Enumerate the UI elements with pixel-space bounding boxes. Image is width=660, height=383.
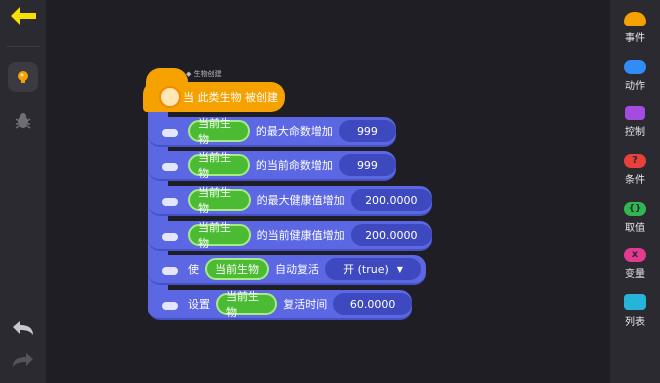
events-icon: [624, 12, 646, 26]
block-text: 复活时间: [283, 298, 328, 311]
category-lists[interactable]: 列表: [610, 294, 660, 328]
value-field[interactable]: 60.0000: [333, 293, 412, 315]
increase-max-lives-block[interactable]: 当前生物 的最大命数增加 999: [148, 117, 396, 147]
hat-caption: ◆ 生物创建: [186, 70, 222, 78]
block-toggle-icon[interactable]: [162, 302, 178, 310]
bug-icon[interactable]: [10, 108, 36, 134]
increase-current-lives-block[interactable]: 当前生物 的当前命数增加 999: [148, 151, 396, 181]
category-actions[interactable]: 动作: [610, 60, 660, 92]
block-toggle-icon[interactable]: [162, 233, 178, 241]
variable-x-icon: x: [624, 248, 646, 262]
chevron-down-icon: ▼: [396, 264, 403, 274]
block-prefix: 使: [188, 263, 199, 276]
category-label: 列表: [625, 317, 645, 328]
block-toggle-icon[interactable]: [162, 163, 178, 171]
list-icon: [624, 294, 646, 310]
block-text: 的最大健康值增加: [256, 194, 345, 207]
creature-icon: [159, 86, 181, 108]
block-text: 的最大命数增加: [255, 125, 333, 138]
category-events[interactable]: 事件: [610, 12, 660, 44]
redo-icon[interactable]: [11, 352, 35, 372]
category-label: 控制: [625, 127, 645, 138]
category-label: 条件: [625, 175, 645, 186]
undo-icon[interactable]: [11, 320, 35, 340]
value-field[interactable]: 999: [338, 120, 396, 142]
revive-time-block[interactable]: 设置 当前生物 复活时间 60.0000: [148, 290, 412, 320]
actions-icon: [624, 60, 646, 74]
category-label: 事件: [625, 33, 645, 44]
auto-revive-block[interactable]: 使 当前生物 自动复活 开 (true) ▼: [148, 255, 426, 285]
increase-max-health-block[interactable]: 当前生物 的最大健康值增加 200.0000: [148, 186, 432, 216]
value-field[interactable]: 200.0000: [350, 224, 432, 246]
left-toolbar: [0, 0, 46, 383]
category-values[interactable]: {} 取值: [610, 202, 660, 234]
target-pill[interactable]: 当前生物: [188, 186, 251, 215]
target-pill[interactable]: 当前生物: [188, 221, 251, 250]
category-conditions[interactable]: ? 条件: [610, 154, 660, 186]
target-pill[interactable]: 当前生物: [205, 258, 269, 280]
hat-title: 当 此类生物 被创建: [183, 91, 278, 104]
category-label: 变量: [625, 269, 645, 280]
back-arrow-icon[interactable]: [8, 4, 40, 28]
question-icon: ?: [624, 154, 646, 168]
category-control[interactable]: 控制: [610, 106, 660, 138]
target-pill[interactable]: 当前生物: [188, 151, 250, 180]
block-text: 自动复活: [275, 263, 319, 276]
block-text: 的当前命数增加: [255, 159, 333, 172]
category-label: 动作: [625, 81, 645, 92]
category-panel: 事件 动作 控制 ? 条件 {} 取值 x 变量 列表: [610, 0, 660, 383]
category-label: 取值: [625, 223, 645, 234]
target-pill[interactable]: 当前生物: [216, 290, 278, 319]
dropdown-value: 开 (true): [343, 263, 389, 276]
block-toggle-icon[interactable]: [162, 267, 178, 275]
boolean-dropdown[interactable]: 开 (true) ▼: [325, 258, 421, 280]
value-field[interactable]: 999: [338, 154, 396, 176]
divider: [6, 46, 40, 47]
undo-redo-panel: [0, 306, 46, 383]
target-pill[interactable]: 当前生物: [188, 117, 250, 146]
block-text: 的当前健康值增加: [256, 229, 345, 242]
block-toggle-icon[interactable]: [162, 129, 178, 137]
block-toggle-icon[interactable]: [162, 198, 178, 206]
block-prefix: 设置: [188, 298, 210, 311]
control-icon: [625, 106, 645, 120]
lightbulb-icon[interactable]: [8, 62, 38, 92]
value-field[interactable]: 200.0000: [350, 189, 432, 211]
braces-icon: {}: [624, 202, 646, 216]
category-variables[interactable]: x 变量: [610, 248, 660, 280]
increase-current-health-block[interactable]: 当前生物 的当前健康值增加 200.0000: [148, 221, 432, 251]
